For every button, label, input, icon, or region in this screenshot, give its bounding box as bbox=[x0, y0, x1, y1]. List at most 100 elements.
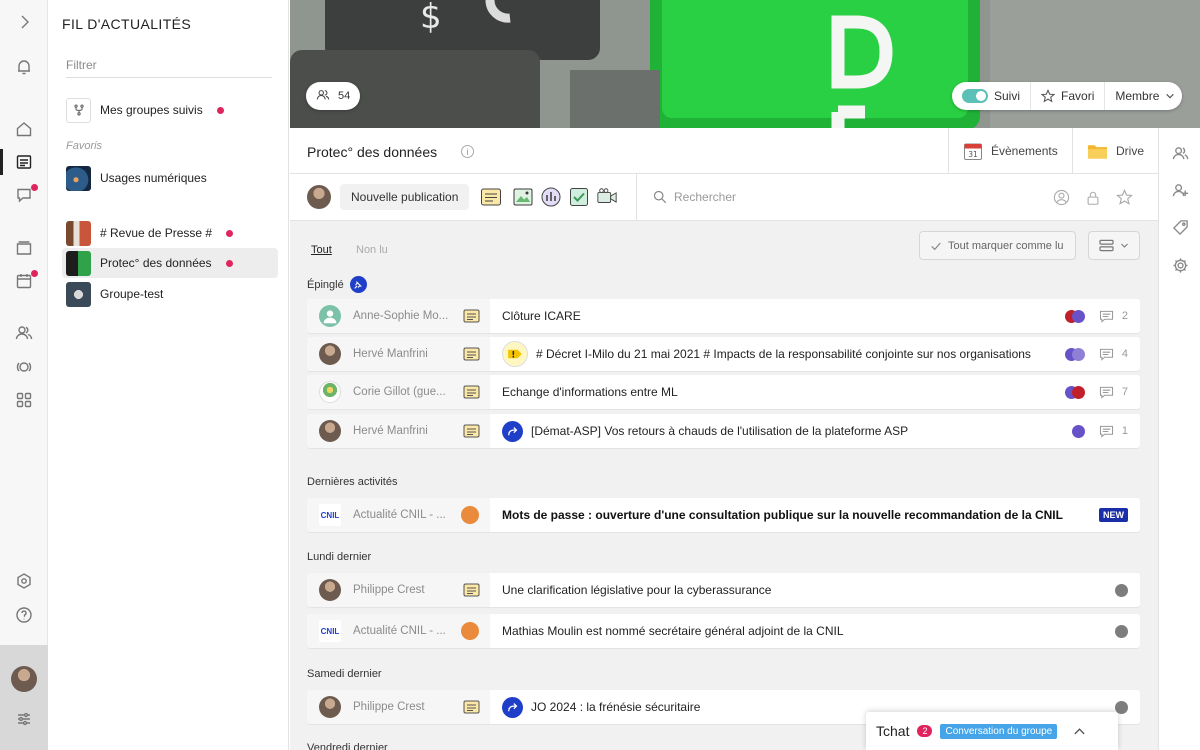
post-title: Mots de passe : ouverture d'une consulta… bbox=[490, 508, 1099, 522]
group-thumbnail bbox=[66, 165, 91, 191]
mark-all-read-button[interactable]: Tout marquer comme lu bbox=[919, 231, 1076, 260]
comment-count: 1 bbox=[1099, 425, 1128, 438]
chevron-up-icon[interactable] bbox=[1073, 725, 1086, 738]
members-count-badge[interactable]: 54 bbox=[306, 82, 361, 110]
drive-button[interactable]: Drive bbox=[1072, 128, 1158, 174]
comment-count: 7 bbox=[1099, 386, 1128, 399]
view-options-button[interactable] bbox=[1088, 231, 1140, 260]
apps-icon[interactable] bbox=[0, 383, 48, 417]
settings-icon[interactable] bbox=[0, 564, 48, 598]
image-icon[interactable] bbox=[512, 186, 534, 208]
tab-all[interactable]: Tout bbox=[311, 244, 332, 256]
article-icon[interactable] bbox=[480, 186, 502, 208]
add-member-icon[interactable] bbox=[1159, 172, 1200, 208]
members-icon[interactable] bbox=[1159, 135, 1200, 171]
article-icon bbox=[463, 309, 480, 323]
checklist-icon[interactable] bbox=[568, 186, 590, 208]
fork-icon bbox=[66, 97, 91, 123]
comment-icon bbox=[1099, 386, 1113, 399]
star-icon[interactable] bbox=[1116, 189, 1133, 206]
group-banner: $ 54 Suivi Favori Membre bbox=[290, 0, 1200, 128]
chevron-right-icon[interactable] bbox=[0, 5, 48, 39]
help-icon[interactable] bbox=[0, 598, 48, 632]
sidebar-item-label: # Revue de Presse # bbox=[100, 226, 213, 240]
new-post-button[interactable]: Nouvelle publication bbox=[340, 184, 470, 210]
rss-source-icon bbox=[461, 622, 479, 640]
right-rail bbox=[1158, 128, 1200, 750]
row-meta: 1 bbox=[1071, 424, 1140, 438]
sidebar-item-followed-groups[interactable]: Mes groupes suivis bbox=[62, 95, 278, 125]
sidebar-item-protec-donnees[interactable]: Protec° des données bbox=[62, 248, 278, 278]
messages-icon[interactable] bbox=[0, 178, 48, 212]
video-icon[interactable] bbox=[596, 186, 618, 208]
filter-input[interactable] bbox=[66, 52, 272, 78]
sidebar-item-label: Groupe-test bbox=[100, 287, 164, 301]
author-name: Actualité CNIL - ... bbox=[353, 625, 446, 637]
article-icon bbox=[463, 583, 480, 597]
row-author-cell: CNIL Actualité CNIL - ... bbox=[307, 498, 490, 532]
groups-icon[interactable] bbox=[0, 350, 48, 384]
comment-count-value: 7 bbox=[1121, 386, 1128, 398]
toggle-switch[interactable] bbox=[962, 89, 988, 103]
folder-icon[interactable] bbox=[0, 231, 48, 265]
group-thumbnail bbox=[66, 250, 91, 276]
list-view-icon bbox=[1099, 239, 1114, 252]
row-meta bbox=[1115, 700, 1140, 714]
pinned-row[interactable]: Hervé Manfrini ! # Décret I-Milo du 21 m… bbox=[307, 337, 1140, 371]
pinned-row[interactable]: Hervé Manfrini [Démat-ASP] Vos retours à… bbox=[307, 414, 1140, 448]
feed-row[interactable]: Philippe Crest Une clarification législa… bbox=[307, 573, 1140, 607]
feed-row[interactable]: CNIL Actualité CNIL - ... Mathias Moulin… bbox=[307, 614, 1140, 648]
author-avatar bbox=[319, 305, 341, 327]
row-author-cell: Hervé Manfrini bbox=[307, 414, 490, 448]
sidebar-item-groupe-test[interactable]: Groupe-test bbox=[62, 279, 278, 309]
post-title: Clôture ICARE bbox=[490, 309, 1065, 323]
author-avatar bbox=[319, 420, 341, 442]
new-badge: NEW bbox=[1099, 508, 1128, 522]
section-heading: Vendredi dernier bbox=[307, 742, 388, 750]
events-button[interactable]: 31 Évènements bbox=[948, 128, 1072, 174]
pinned-row[interactable]: Anne-Sophie Mo... Clôture ICARE 2 bbox=[307, 299, 1140, 333]
row-author-cell: Corie Gillot (gue... bbox=[307, 375, 490, 409]
post-title-text: Mots de passe : ouverture d'une consulta… bbox=[502, 508, 1063, 522]
post-title-text: JO 2024 : la frénésie sécuritaire bbox=[531, 700, 701, 714]
author-avatar bbox=[319, 381, 341, 403]
people-icon[interactable] bbox=[0, 316, 48, 350]
favorite-label: Favori bbox=[1061, 89, 1095, 103]
info-icon[interactable]: i bbox=[461, 145, 474, 158]
gear-icon[interactable] bbox=[1159, 247, 1200, 283]
calendar-icon[interactable] bbox=[0, 264, 48, 298]
user-circle-icon[interactable] bbox=[1053, 189, 1070, 206]
bell-icon[interactable] bbox=[0, 50, 48, 84]
follow-toggle[interactable]: Suivi bbox=[952, 82, 1032, 110]
feed-row[interactable]: CNIL Actualité CNIL - ... Mots de passe … bbox=[307, 498, 1140, 532]
sidebar-item-label: Mes groupes suivis bbox=[100, 103, 203, 117]
user-avatar[interactable] bbox=[11, 666, 37, 692]
sliders-icon[interactable] bbox=[0, 702, 48, 736]
tag-icon[interactable] bbox=[1159, 209, 1200, 245]
post-title: [Démat-ASP] Vos retours à chauds de l'ut… bbox=[490, 420, 1072, 442]
row-author-cell: Philippe Crest bbox=[307, 690, 490, 724]
comment-count-value: 2 bbox=[1121, 310, 1128, 322]
members-count: 54 bbox=[338, 90, 351, 102]
group-conversation-badge[interactable]: Conversation du groupe bbox=[940, 723, 1058, 739]
favorite-button[interactable]: Favori bbox=[1031, 82, 1106, 110]
membership-label: Membre bbox=[1115, 89, 1160, 103]
membership-dropdown[interactable]: Membre bbox=[1105, 82, 1185, 110]
author-name: Philippe Crest bbox=[353, 584, 425, 596]
chat-panel[interactable]: Tchat 2 Conversation du groupe bbox=[866, 712, 1118, 750]
sidebar-item-usages-numeriques[interactable]: Usages numériques bbox=[62, 163, 278, 193]
lock-icon[interactable] bbox=[1085, 190, 1101, 206]
author-name: Philippe Crest bbox=[353, 701, 425, 713]
warning-tag-icon: ! bbox=[502, 341, 528, 367]
tab-unread[interactable]: Non lu bbox=[356, 244, 388, 256]
poll-icon[interactable] bbox=[540, 186, 562, 208]
post-title: Echange d'informations entre ML bbox=[490, 385, 1065, 399]
post-title: Mathias Moulin est nommé secrétaire géné… bbox=[490, 624, 1115, 638]
pinned-row[interactable]: Corie Gillot (gue... Echange d'informati… bbox=[307, 375, 1140, 409]
newsfeed-icon[interactable] bbox=[0, 145, 48, 179]
section-heading: Dernières activités bbox=[307, 476, 398, 488]
sidebar-item-revue-de-presse[interactable]: # Revue de Presse # bbox=[62, 218, 278, 248]
search-input[interactable] bbox=[652, 184, 952, 210]
star-icon bbox=[1041, 89, 1056, 103]
home-icon[interactable] bbox=[0, 112, 48, 146]
